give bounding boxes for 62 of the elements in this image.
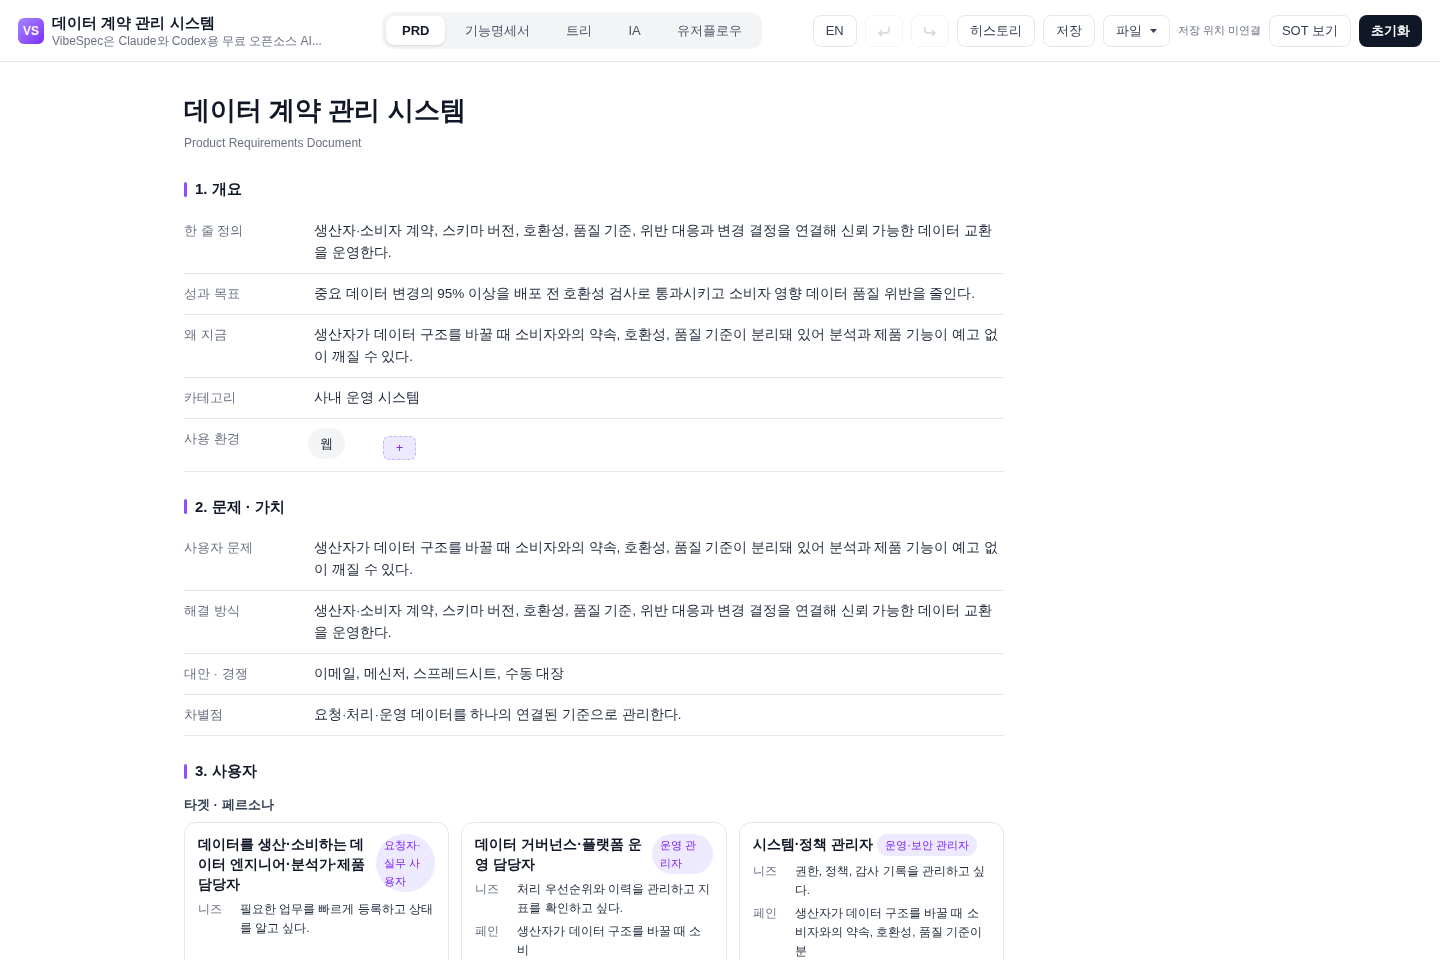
app-title: 데이터 계약 관리 시스템 [52, 12, 216, 33]
field-value: 생산자가 데이터 구조를 바꿀 때 소비자와의 약속, 호환성, 품질 기준이 분리돼 있어 분석과 제품 기능이 예고 없이 깨질 수 있다. [314, 539, 999, 579]
role-tag: 운영·보안 관리자 [877, 834, 977, 856]
persona-name: 시스템·정책 관리자 [752, 835, 874, 854]
field-label: 해결 방식 [184, 602, 241, 620]
environment-chip: 웹 [308, 427, 345, 459]
persona-field-label: 니즈 [752, 863, 778, 880]
save-button[interactable]: 저장 [1042, 14, 1095, 47]
section-heading: 1. 개요 [195, 179, 242, 199]
field-value: 중요 데이터 변경의 95% 이상을 배포 전 호환성 검사로 통과시키고 소비자 영향 데이터 품질 위반을 줄인다. [314, 284, 977, 303]
field-label: 사용자 문제 [184, 539, 254, 557]
history-button[interactable]: 히스토리 [956, 14, 1035, 47]
caret-icon [1149, 28, 1157, 33]
field-value: 요청·처리·운영 데이터를 하나의 연결된 기준으로 관리한다. [314, 706, 683, 724]
field-label: 차별점 [184, 706, 224, 724]
persona-name: 데이터 거버넌스·플랫폼 운영 담당자 [475, 835, 643, 874]
language-button[interactable]: EN [812, 14, 857, 47]
persona-field-value: 생산자가 데이터 구조를 바꿀 때 소비자와의 약속, 호환성, 품질 기준이 분 [794, 906, 983, 959]
section-heading: 2. 문제 · 가치 [195, 496, 285, 517]
tab[interactable]: 트리 [550, 15, 609, 46]
section-marker [184, 499, 187, 515]
subsection-heading: 타겟 · 페르소나 [184, 795, 275, 814]
persona-field-value: 처리 우선순위와 이력을 관리하고 지표를 확인하고 싶다. [517, 882, 712, 916]
persona-field-label: 니즈 [475, 881, 501, 898]
persona-name: 데이터를 생산·소비하는 데이터 엔지니어·분석가·제품 담당자 [198, 835, 367, 894]
role-tag: 운영 관리자 [652, 834, 713, 874]
section-marker [184, 181, 187, 197]
document-subtitle: Product Requirements Document [184, 135, 363, 152]
section-heading: 3. 사용자 [195, 761, 257, 781]
field-value: 생산자·소비자 계약, 스키마 버전, 호환성, 품질 기준, 위반 대응과 변경 결정을 연결해 신뢰 가능한 데이터 교환을 운영한다. [314, 221, 993, 262]
field-value: 생산자가 데이터 구조를 바꿀 때 소비자와의 약속, 호환성, 품질 기준이 분리돼 있어 분석과 제품 기능이 예고 없이 깨질 수 있다. [314, 325, 999, 366]
save-status: 저장 위치 미연결 [1177, 23, 1261, 39]
field-label: 성과 목표 [184, 284, 241, 303]
tab[interactable]: PRD [386, 15, 446, 46]
redo-icon [922, 24, 937, 37]
reset-button[interactable]: 초기화 [1359, 14, 1422, 47]
field-value: 생산자·소비자 계약, 스키마 버전, 호환성, 품질 기준, 위반 대응과 변경 결정을 연결해 신뢰 가능한 데이터 교환을 운영한다. [314, 602, 993, 642]
field-label: 대안 · 경쟁 [184, 665, 249, 683]
persona-field-label: 니즈 [198, 901, 223, 918]
field-label: 카테고리 [184, 388, 237, 407]
sot-button[interactable]: SOT 보기 [1268, 14, 1351, 47]
persona-field-label: 페인 [752, 905, 778, 922]
field-label: 한 줄 정의 [184, 221, 245, 240]
section-marker [184, 763, 187, 779]
add-chip-button[interactable]: + [383, 435, 416, 460]
persona-field-value: 생산자가 데이터 구조를 바꿀 때 소비 [517, 924, 703, 958]
persona-field-value: 권한, 정책, 감사 기록을 관리하고 싶다. [794, 864, 987, 898]
role-tag: 요청자·실무 사용자 [375, 834, 436, 892]
field-label: 사용 환경 [184, 429, 241, 448]
tab[interactable]: IA [612, 15, 657, 46]
app-subtitle: VibeSpec은 Claude와 Codex용 무료 오픈소스 AI... [52, 32, 322, 49]
persona-field-label: 페인 [475, 923, 501, 940]
file-menu-button[interactable]: 파일 [1102, 14, 1170, 47]
undo-icon [876, 24, 891, 37]
field-value: 사내 운영 시스템 [314, 388, 421, 407]
persona-field-value: 필요한 업무를 빠르게 등록하고 상태를 알고 싶다. [240, 902, 434, 936]
tab[interactable]: 기능명세서 [449, 15, 547, 46]
app-logo: VS [18, 17, 44, 44]
document-title: 데이터 계약 관리 시스템 [184, 94, 467, 127]
field-value: 이메일, 메신저, 스프레드시트, 수동 대장 [314, 665, 566, 683]
field-label: 왜 지금 [184, 325, 228, 344]
tab[interactable]: 유저플로우 [660, 15, 758, 46]
